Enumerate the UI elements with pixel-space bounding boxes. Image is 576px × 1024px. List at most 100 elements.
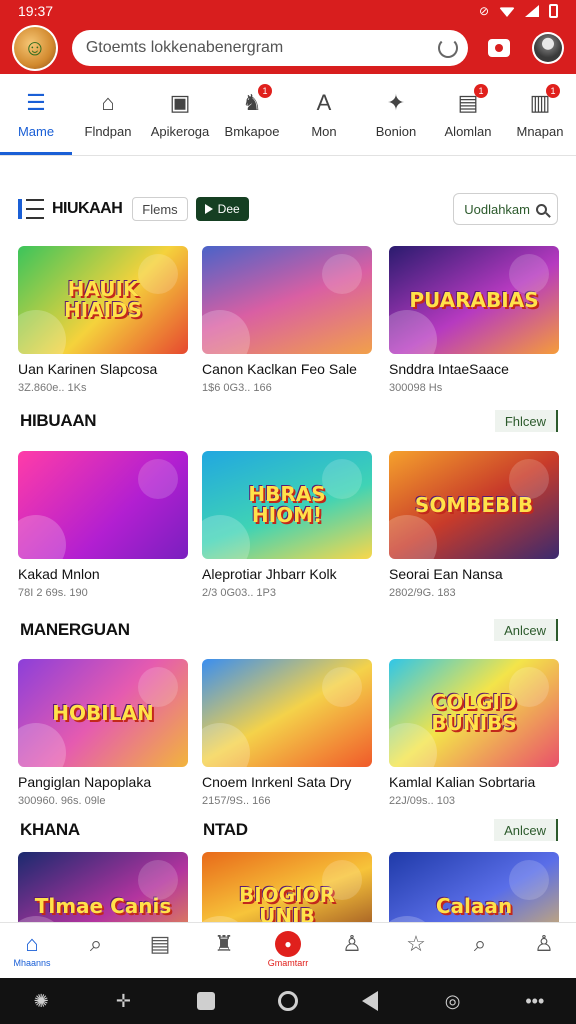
game-thumbnail[interactable] xyxy=(18,451,188,559)
game-card[interactable]: Kakad Mnlon 78I 2 69s. 190 xyxy=(18,451,188,599)
section-title: HIBUAAN xyxy=(20,411,97,430)
status-bar: 19:37 ⊘ xyxy=(0,0,576,22)
star-icon: ☆ xyxy=(406,931,426,956)
card-row: Tlmae Canis BIOGIOR UNIB Calaan xyxy=(18,852,559,922)
category-item[interactable]: A Mon xyxy=(288,74,360,155)
section-title: KHANA xyxy=(20,820,80,839)
game-title[interactable]: Canon Kaclkan Feo Sale xyxy=(202,361,372,377)
bottom-nav-item[interactable]: ⌂ Mhaanns xyxy=(0,923,64,978)
home-button[interactable] xyxy=(273,986,303,1016)
category-label: Mnapan xyxy=(516,124,564,139)
bottom-nav: ⌂ Mhaanns ⌕ ▤ ♜ ● Gmamtarr ♙ ☆ ⌕ ♙ xyxy=(0,922,576,978)
menu-icon: ☰ xyxy=(26,90,46,115)
bottom-nav-item[interactable]: ♜ xyxy=(192,923,256,978)
home-icon: ⌂ xyxy=(25,931,39,956)
game-meta: 78I 2 69s. 190 xyxy=(18,587,88,599)
back-button[interactable] xyxy=(355,986,385,1016)
play-filter-chip[interactable]: Dee xyxy=(195,197,249,221)
category-label: Mame xyxy=(17,124,55,139)
record-icon[interactable] xyxy=(488,39,511,57)
see-all-button[interactable]: Fhlcew xyxy=(494,410,558,432)
game-card[interactable]: Calaan xyxy=(389,852,559,922)
category-label: Flndpan xyxy=(84,124,132,139)
game-card[interactable]: Canon Kaclkan Feo Sale 1$6 0G3.. 166 xyxy=(202,246,372,394)
camera-icon[interactable]: ◎ xyxy=(438,986,468,1016)
game-thumbnail[interactable]: PUARABIAS xyxy=(389,246,559,354)
game-card[interactable]: HAUIK HIAIDS Uan Karinen Slapcosa 3Z.860e.… xyxy=(18,246,188,394)
search-bar[interactable]: Gtoemts lokkenabenergram xyxy=(71,30,469,66)
list-icon xyxy=(18,199,44,219)
game-card[interactable]: HBRAS HIOM! Aleprotiar Jhbarr Kolk 2/3 0G0… xyxy=(202,451,372,599)
notification-badge: 1 xyxy=(258,84,272,98)
game-meta: 22J/09s.. 103 xyxy=(389,795,456,807)
sort-button[interactable]: Uodlahkam xyxy=(453,193,558,225)
game-thumbnail[interactable]: Calaan xyxy=(389,852,559,922)
bottom-nav-item[interactable]: ♙ xyxy=(320,923,384,978)
section-title-secondary: NTAD xyxy=(203,820,248,839)
bottom-nav-label: Mhaanns xyxy=(13,958,51,968)
sort-label: Uodlahkam xyxy=(464,201,530,217)
section-header: MANERGUAN Anlcew xyxy=(20,619,558,641)
game-card[interactable]: COLGID BUNIBS Kamlal Kalian Sobrtaria 22J/… xyxy=(389,659,559,807)
game-card[interactable]: SOMBEBIB Seorai Ean Nansa 2802/9G. 183 xyxy=(389,451,559,599)
game-title[interactable]: Pangiglan Napoplaka xyxy=(18,774,188,790)
game-title[interactable]: Uan Karinen Slapcosa xyxy=(18,361,188,377)
game-title[interactable]: Aleprotiar Jhbarr Kolk xyxy=(202,566,372,582)
search-icon: ⌕ xyxy=(89,931,103,956)
game-thumbnail[interactable]: Tlmae Canis xyxy=(18,852,188,922)
game-title[interactable]: Snddra IntaeSaace xyxy=(389,361,559,377)
game-card[interactable]: Tlmae Canis xyxy=(18,852,188,922)
puzzle-icon: ✦ xyxy=(386,90,406,115)
game-thumbnail[interactable]: SOMBEBIB xyxy=(389,451,559,559)
category-item[interactable]: ☰ Mame xyxy=(0,74,72,155)
game-thumbnail[interactable]: HBRAS HIOM! xyxy=(202,451,372,559)
bottom-nav-item[interactable]: ☆ xyxy=(384,923,448,978)
game-title[interactable]: Seorai Ean Nansa xyxy=(389,566,559,582)
game-card[interactable]: BIOGIOR UNIB xyxy=(202,852,372,922)
category-item[interactable]: ▣ Apikeroga xyxy=(144,74,216,155)
see-all-button[interactable]: Anlcew xyxy=(494,619,558,641)
game-thumbnail[interactable] xyxy=(202,659,372,767)
see-all-button[interactable]: Anlcew xyxy=(494,819,558,841)
search-icon: ⌕ xyxy=(473,931,487,956)
recents-button[interactable] xyxy=(191,986,221,1016)
dnd-icon: ⊘ xyxy=(478,4,489,18)
category-item[interactable]: ▥ 1 Mnapan xyxy=(504,74,576,155)
more-icon[interactable]: ••• xyxy=(520,986,550,1016)
game-thumbnail[interactable] xyxy=(202,246,372,354)
filter-chip[interactable]: Flems xyxy=(132,197,188,221)
game-thumbnail[interactable]: HOBILAN xyxy=(18,659,188,767)
game-title[interactable]: Kamlal Kalian Sobrtaria xyxy=(389,774,559,790)
category-item[interactable]: ✦ Bonion xyxy=(360,74,432,155)
sparkle-icon[interactable]: ✛ xyxy=(108,986,138,1016)
status-icons: ⊘ xyxy=(479,4,558,18)
assistant-icon[interactable]: ✺ xyxy=(26,986,56,1016)
shopping-bag-icon: ♜ xyxy=(214,931,234,956)
game-card[interactable]: PUARABIAS Snddra IntaeSaace 300098 Hs xyxy=(389,246,559,394)
user-icon: ♙ xyxy=(534,931,554,956)
bottom-nav-item[interactable]: ● Gmamtarr xyxy=(256,923,320,978)
avatar[interactable] xyxy=(532,32,564,64)
category-item[interactable]: ⌂ Flndpan xyxy=(72,74,144,155)
category-item[interactable]: ♞ 1 Bmkapoe xyxy=(216,74,288,155)
bottom-nav-item[interactable]: ⌕ xyxy=(64,923,128,978)
bottom-nav-item[interactable]: ⌕ xyxy=(448,923,512,978)
game-card[interactable]: HOBILAN Pangiglan Napoplaka 300960. 96s. 0… xyxy=(18,659,188,807)
app-logo[interactable]: ☺ xyxy=(12,25,58,71)
game-meta: 3Z.860e.. 1Ks xyxy=(18,382,87,394)
bottom-nav-item[interactable]: ♙ xyxy=(512,923,576,978)
search-input[interactable]: Gtoemts lokkenabenergram xyxy=(86,39,438,57)
refresh-icon[interactable] xyxy=(438,38,459,58)
game-meta: 300960. 96s. 09le xyxy=(18,795,106,807)
category-item[interactable]: ▤ 1 Alomlan xyxy=(432,74,504,155)
system-nav-bar: ✺ ✛ ◎ ••• xyxy=(0,978,576,1024)
game-card[interactable]: Cnoem Inrkenl Sata Dry 2157/9S.. 166 xyxy=(202,659,372,807)
profile-icon: ♙ xyxy=(342,931,362,956)
game-title[interactable]: Kakad Mnlon xyxy=(18,566,188,582)
bottom-nav-item[interactable]: ▤ xyxy=(128,923,192,978)
game-thumbnail[interactable]: HAUIK HIAIDS xyxy=(18,246,188,354)
game-thumbnail[interactable]: BIOGIOR UNIB xyxy=(202,852,372,922)
thumbnail-title: HOBILAN xyxy=(52,700,154,725)
game-thumbnail[interactable]: COLGID BUNIBS xyxy=(389,659,559,767)
game-title[interactable]: Cnoem Inrkenl Sata Dry xyxy=(202,774,372,790)
